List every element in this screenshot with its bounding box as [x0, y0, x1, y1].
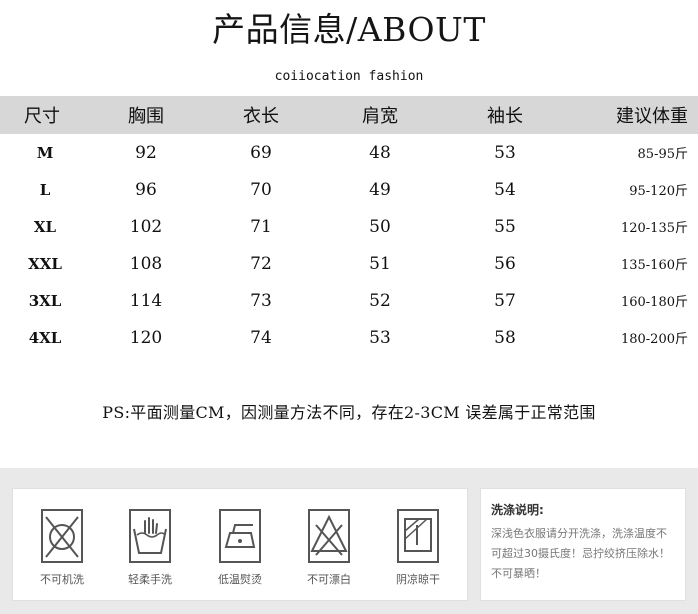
cell-length: 70 [250, 179, 272, 200]
cell-shoulder: 51 [369, 253, 391, 274]
cell-sleeve: 56 [494, 253, 516, 274]
care-item-low-temp-iron: 低温熨烫 [205, 507, 275, 587]
cell-sleeve: 55 [494, 216, 516, 237]
care-label: 轻柔手洗 [128, 573, 172, 586]
care-label: 低温熨烫 [218, 573, 262, 586]
care-label: 不可机洗 [40, 573, 84, 586]
care-label: 阴凉晾干 [396, 573, 440, 586]
care-item-no-machine-wash: 不可机洗 [27, 507, 97, 587]
cell-size: L [39, 180, 51, 199]
shade-dry-icon [397, 509, 439, 563]
cell-chest: 92 [135, 142, 157, 163]
cell-length: 73 [250, 290, 272, 311]
wash-text: 深浅色衣服请分开洗涤，洗涤温度不可超过30摄氏度！忌拧绞挤压除水！不可暴晒！ [491, 527, 670, 580]
cell-chest: 96 [135, 179, 157, 200]
cell-length: 72 [250, 253, 272, 274]
cell-size: XL [33, 217, 57, 236]
cell-sleeve: 54 [494, 179, 516, 200]
cell-chest: 114 [129, 290, 163, 311]
care-item-no-bleach: 不可漂白 [294, 507, 364, 587]
cell-chest: 120 [129, 327, 163, 348]
cell-sleeve: 53 [494, 142, 516, 163]
no-machine-wash-icon [41, 509, 83, 563]
cell-shoulder: 48 [369, 142, 391, 163]
care-item-hand-wash: 轻柔手洗 [115, 507, 185, 587]
table-row: XXL 108 72 51 56 135-160斤 [0, 245, 698, 282]
cell-weight: 160-180斤 [620, 295, 688, 310]
wash-title: 洗涤说明: [491, 503, 544, 517]
cell-shoulder: 52 [369, 290, 391, 311]
cell-shoulder: 53 [369, 327, 391, 348]
brand-subtitle: coiiocation fashion [274, 69, 424, 84]
care-item-shade-dry: 阴凉晾干 [383, 507, 453, 587]
cell-size: XXL [28, 254, 62, 273]
table-header-row: 尺寸 胸围 衣长 肩宽 袖长 建议体重 [0, 96, 698, 134]
cell-sleeve: 57 [494, 290, 516, 311]
cell-size: 4XL [28, 328, 62, 347]
no-bleach-icon [308, 509, 350, 563]
cell-weight: 85-95斤 [637, 147, 688, 162]
low-temp-iron-icon [219, 509, 261, 563]
cell-weight: 120-135斤 [620, 221, 688, 236]
measurement-note: PS:平面测量CM，因测量方法不同，存在2-3CM 误差属于正常范围 [102, 403, 596, 422]
header-size: 尺寸 [0, 96, 90, 134]
table-row: L 96 70 49 54 95-120斤 [0, 171, 698, 208]
header-length: 衣长 [202, 96, 320, 134]
cell-size: M [36, 143, 54, 162]
cell-shoulder: 50 [369, 216, 391, 237]
cell-chest: 102 [129, 216, 163, 237]
cell-weight: 180-200斤 [620, 332, 688, 347]
wash-instructions: 洗涤说明: 深浅色衣服请分开洗涤，洗涤温度不可超过30摄氏度！忌拧绞挤压除水！不… [480, 488, 686, 601]
header-shoulder: 肩宽 [320, 96, 440, 134]
table-row: 4XL 120 74 53 58 180-200斤 [0, 319, 698, 356]
page-title: 产品信息/ABOUT [212, 10, 486, 49]
cell-chest: 108 [129, 253, 163, 274]
hand-wash-icon [129, 509, 171, 563]
cell-length: 74 [250, 327, 272, 348]
header-weight: 建议体重 [570, 96, 698, 134]
cell-size: 3XL [28, 291, 62, 310]
size-chart-table: 尺寸 胸围 衣长 肩宽 袖长 建议体重 M 92 69 48 53 85-95斤… [0, 96, 698, 356]
cell-shoulder: 49 [369, 179, 391, 200]
care-section: 不可机洗 轻柔手洗 低温熨烫 不可漂白 阴凉晾干 洗涤说明: 深浅色衣服请分开洗… [0, 468, 698, 614]
care-icons-panel: 不可机洗 轻柔手洗 低温熨烫 不可漂白 阴凉晾干 [12, 488, 468, 601]
cell-weight: 135-160斤 [620, 258, 688, 273]
table-row: XL 102 71 50 55 120-135斤 [0, 208, 698, 245]
header-chest: 胸围 [90, 96, 202, 134]
care-label: 不可漂白 [307, 573, 351, 586]
header-sleeve: 袖长 [440, 96, 570, 134]
table-row: M 92 69 48 53 85-95斤 [0, 134, 698, 171]
cell-weight: 95-120斤 [629, 184, 688, 199]
cell-length: 71 [250, 216, 272, 237]
table-row: 3XL 114 73 52 57 160-180斤 [0, 282, 698, 319]
cell-length: 69 [250, 142, 272, 163]
cell-sleeve: 58 [494, 327, 516, 348]
